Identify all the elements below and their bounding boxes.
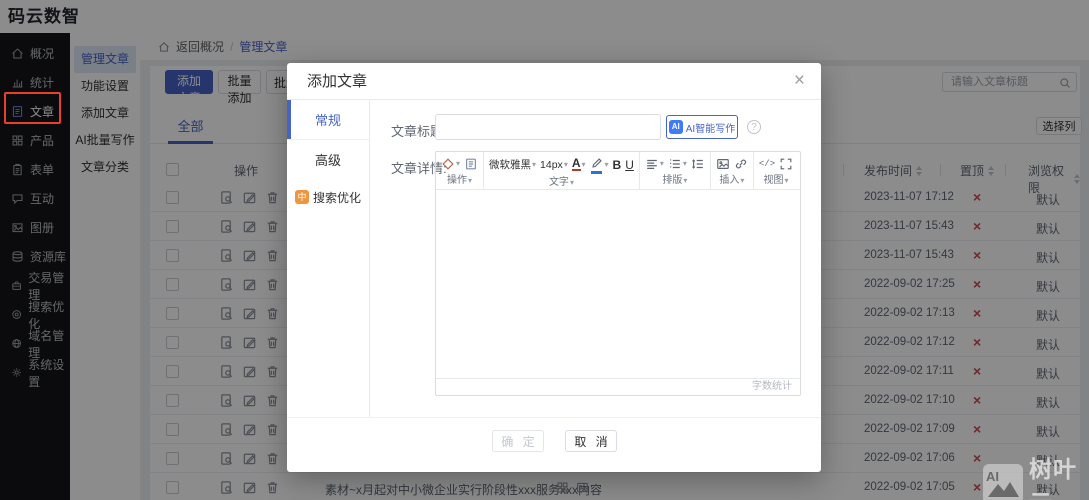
watermark-ai-text: AI [986, 469, 999, 484]
toolbar-group-label: 插入▾ [716, 171, 748, 187]
word-count-label[interactable]: 字数统计 [752, 381, 792, 392]
cancel-button[interactable]: 取 消 [565, 430, 617, 452]
help-icon[interactable]: ? [747, 120, 761, 134]
modal-tab-advanced[interactable]: 高级 [287, 140, 369, 178]
toolbar-group-label: 排版▾ [645, 171, 705, 187]
ai-badge-icon: AI [669, 120, 683, 134]
toolbar-group-label: 视图▾ [759, 171, 793, 187]
modal-tabs: 常规 高级 中 搜索优化 [287, 100, 370, 417]
font-family-dropdown[interactable]: 微软雅黑▾ [489, 157, 536, 172]
modal-header: 添加文章 × [287, 63, 821, 100]
align-dropdown[interactable]: ▾ [645, 157, 664, 171]
source-code-icon[interactable]: </> [759, 159, 775, 169]
modal-tab-seo[interactable]: 中 搜索优化 [287, 178, 369, 216]
rich-text-editor: ▾ 操作▾ 微软雅黑▾ 14px▾ A▾ [435, 151, 801, 396]
toolbar-group-text: 微软雅黑▾ 14px▾ A▾ ▾ B U [484, 152, 640, 189]
modal-tab-general[interactable]: 常规 [287, 100, 369, 140]
highlight-color-dropdown[interactable]: ▾ [590, 156, 609, 174]
editor-content-area[interactable] [436, 190, 800, 378]
toolbar-group-insert: 插入▾ [711, 152, 754, 189]
insert-image-icon[interactable] [716, 157, 730, 171]
toolbar-group-layout: ▾ ▾ 排版▾ [640, 152, 711, 189]
annotation-highlight-box [4, 92, 61, 124]
modal-footer-divider [287, 417, 821, 418]
list-dropdown[interactable]: ▾ [668, 157, 687, 171]
watermark-image-icon: AI [983, 464, 1023, 500]
add-article-modal: 添加文章 × 常规 高级 中 搜索优化 文章标题: AI AI智能写作 ? 文章… [287, 63, 821, 472]
font-color-dropdown[interactable]: A▾ [572, 158, 586, 171]
article-title-input[interactable] [435, 114, 661, 140]
editor-status-bar: 字数统计 [436, 378, 800, 395]
template-doc-icon[interactable] [464, 157, 478, 171]
confirm-button[interactable]: 确 定 [492, 430, 544, 452]
toolbar-group-view: </> 视图▾ [754, 152, 798, 189]
ai-writing-button[interactable]: AI AI智能写作 [666, 115, 738, 139]
toolbar-group-actions: ▾ 操作▾ [436, 152, 484, 189]
editor-toolbar: ▾ 操作▾ 微软雅黑▾ 14px▾ A▾ [436, 152, 800, 190]
font-size-dropdown[interactable]: 14px▾ [540, 159, 568, 171]
seo-badge-icon: 中 [295, 190, 309, 204]
watermark-text: 树叶云 [1029, 450, 1089, 500]
screen: 码云数智 概况统计文章产品表单互动图册资源库交易管理搜索优化域名管理系统设置 管… [0, 0, 1089, 500]
modal-title: 添加文章 [307, 63, 367, 100]
underline-button[interactable]: U [625, 158, 634, 172]
toolbar-group-label: 操作▾ [441, 171, 478, 187]
watermark: AI 树叶云 [983, 450, 1089, 500]
bold-button[interactable]: B [613, 158, 622, 172]
modal-body: 文章标题: AI AI智能写作 ? 文章详情: ▾ [370, 100, 821, 417]
format-brush-icon[interactable]: ▾ [441, 157, 460, 171]
close-icon[interactable]: × [794, 69, 805, 93]
line-height-icon[interactable] [691, 157, 705, 171]
fullscreen-icon[interactable] [779, 157, 793, 171]
toolbar-group-label: 文字▾ [489, 173, 634, 189]
insert-link-icon[interactable] [734, 157, 748, 171]
